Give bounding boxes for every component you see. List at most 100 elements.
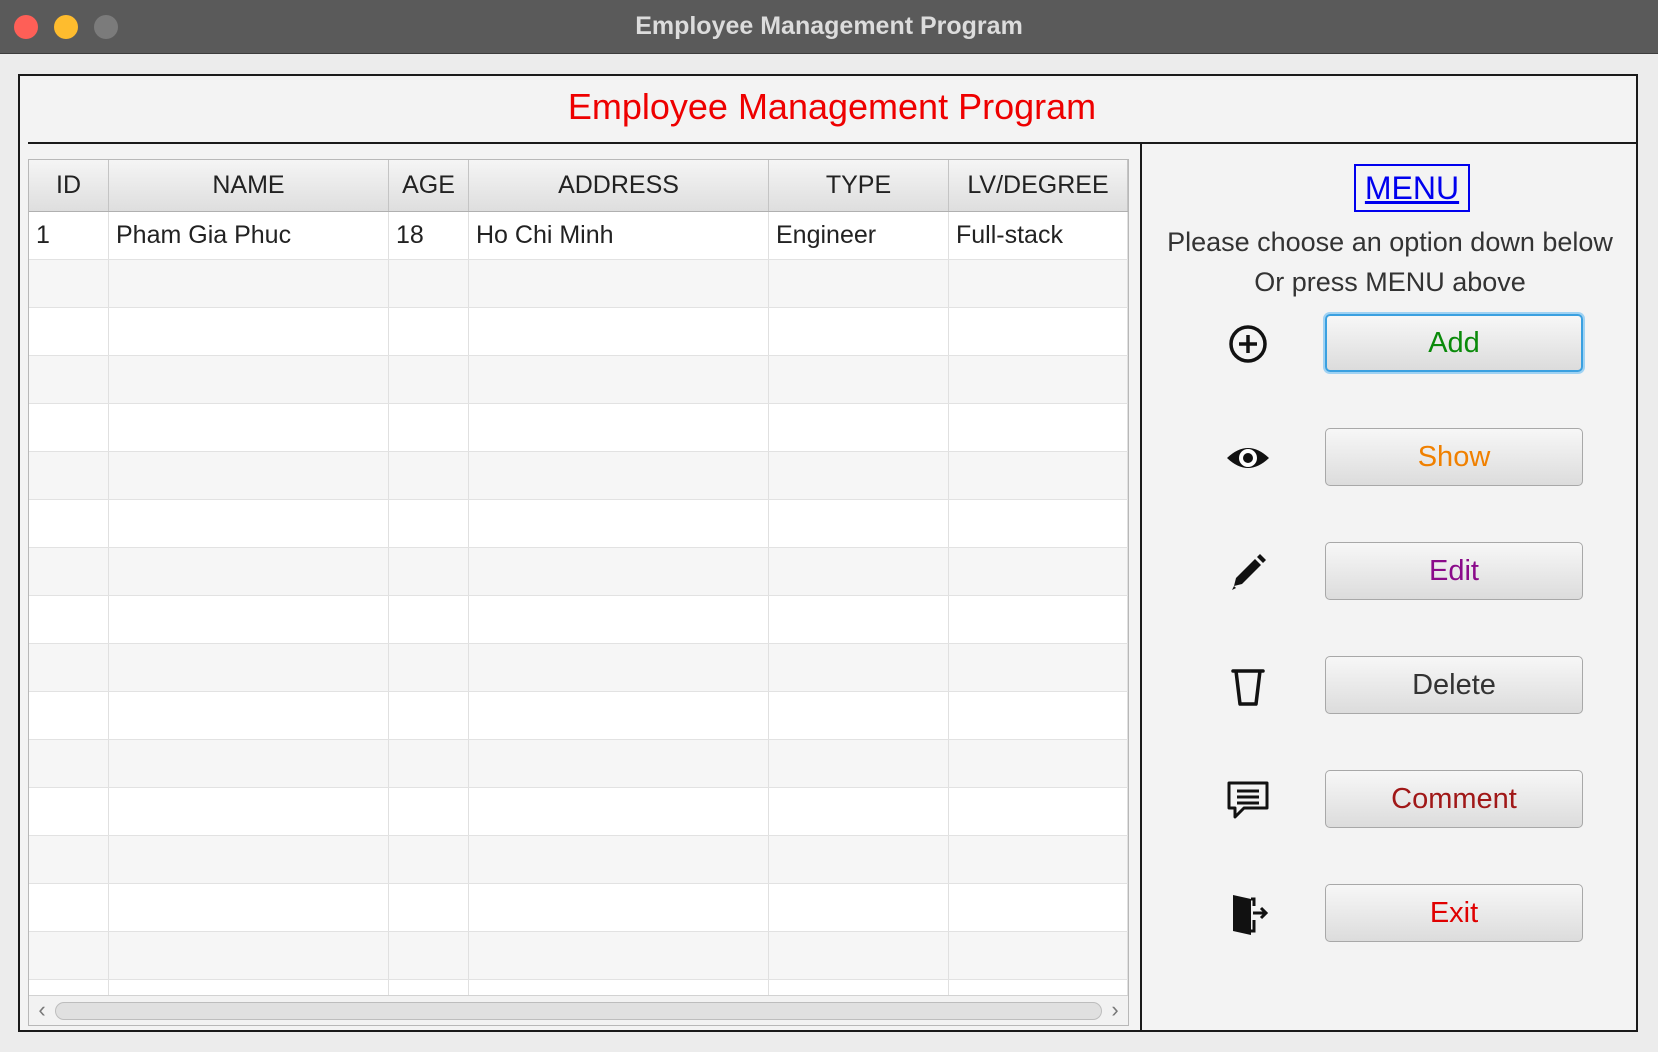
table-row-empty[interactable] [29,884,1128,932]
table-cell-empty [949,356,1128,403]
table-cell-empty [949,884,1128,931]
menu-instructions-secondary: Or press MENU above [1254,267,1526,297]
table-cell-empty [389,260,469,307]
table-cell-empty [29,404,109,451]
table-cell-empty [109,548,389,595]
table-cell-empty [389,692,469,739]
table-cell-empty [769,452,949,499]
window-titlebar: Employee Management Program [0,0,1658,54]
menu-link[interactable]: MENU [1354,164,1470,212]
cell-name: Pham Gia Phuc [109,212,389,259]
window-content: Employee Management Program ID NAME AGE … [0,54,1658,1052]
table-row-empty[interactable] [29,260,1128,308]
table-cell-empty [109,596,389,643]
column-header-address[interactable]: ADDRESS [469,160,769,211]
table-row-empty[interactable] [29,356,1128,404]
menu-panel: MENU Please choose an option down below … [1140,142,1638,1030]
table-cell-empty [389,596,469,643]
table-cell-empty [469,836,769,883]
table-row[interactable]: 1 Pham Gia Phuc 18 Ho Chi Minh Engineer … [29,212,1128,260]
table-cell-empty [109,884,389,931]
horizontal-scrollbar[interactable]: ‹ › [29,995,1128,1025]
table-cell-empty [29,932,109,979]
window-title: Employee Management Program [635,12,1023,40]
cell-address: Ho Chi Minh [469,212,769,259]
scroll-right-arrow-icon[interactable]: › [1104,996,1126,1025]
table-row-empty[interactable] [29,740,1128,788]
table-cell-empty [769,692,949,739]
table-cell-empty [469,884,769,931]
table-cell-empty [949,548,1128,595]
trash-icon [1224,662,1272,710]
column-header-degree[interactable]: LV/DEGREE [949,160,1128,211]
table-cell-empty [109,452,389,499]
edit-button[interactable]: Edit [1325,542,1583,600]
menu-row-delete: Delete [1142,656,1640,716]
table-cell-empty [949,740,1128,787]
table-cell-empty [109,356,389,403]
table-cell-empty [469,452,769,499]
table-cell-empty [469,308,769,355]
table-cell-empty [949,644,1128,691]
cell-type: Engineer [769,212,949,259]
table-cell-empty [769,740,949,787]
table-cell-empty [109,644,389,691]
table-cell-empty [949,932,1128,979]
menu-row-add: Add [1142,314,1640,374]
table-cell-empty [29,884,109,931]
table-cell-empty [389,740,469,787]
comment-button[interactable]: Comment [1325,770,1583,828]
table-row-empty[interactable] [29,596,1128,644]
table-row-empty[interactable] [29,500,1128,548]
table-row-empty[interactable] [29,452,1128,500]
column-header-name[interactable]: NAME [109,160,389,211]
table-cell-empty [769,644,949,691]
delete-button[interactable]: Delete [1325,656,1583,714]
table-row-empty[interactable] [29,932,1128,980]
table-cell-empty [469,788,769,835]
add-button[interactable]: Add [1325,314,1583,372]
column-header-type[interactable]: TYPE [769,160,949,211]
table-cell-empty [29,644,109,691]
table-row-empty[interactable] [29,308,1128,356]
table-cell-empty [389,788,469,835]
eye-icon [1224,434,1272,482]
table-cell-empty [109,788,389,835]
table-row-empty[interactable] [29,404,1128,452]
table-row-empty[interactable] [29,548,1128,596]
table-row-empty[interactable] [29,788,1128,836]
exit-door-icon [1224,890,1272,938]
exit-button[interactable]: Exit [1325,884,1583,942]
table-cell-empty [29,500,109,547]
table-cell-empty [769,596,949,643]
table-cell-empty [29,452,109,499]
table-row-empty[interactable] [29,836,1128,884]
table-cell-empty [389,308,469,355]
table-cell-empty [469,404,769,451]
scrollbar-thumb[interactable] [55,1002,1102,1020]
table-cell-empty [769,788,949,835]
table-cell-empty [389,836,469,883]
scroll-left-arrow-icon[interactable]: ‹ [31,996,53,1025]
table-cell-empty [29,692,109,739]
show-button[interactable]: Show [1325,428,1583,486]
table-row-empty[interactable] [29,644,1128,692]
main-panel: Employee Management Program ID NAME AGE … [18,74,1638,1032]
column-header-id[interactable]: ID [29,160,109,211]
column-header-age[interactable]: AGE [389,160,469,211]
table-cell-empty [389,404,469,451]
table-cell-empty [29,788,109,835]
table-cell-empty [949,452,1128,499]
cell-id: 1 [29,212,109,259]
table-cell-empty [29,740,109,787]
table-cell-empty [109,740,389,787]
table-cell-empty [769,932,949,979]
table-cell-empty [769,308,949,355]
table-row-empty[interactable] [29,692,1128,740]
pencil-icon [1224,548,1272,596]
table-cell-empty [109,932,389,979]
table-cell-empty [769,260,949,307]
table-cell-empty [469,596,769,643]
table-cell-empty [29,548,109,595]
menu-row-edit: Edit [1142,542,1640,602]
